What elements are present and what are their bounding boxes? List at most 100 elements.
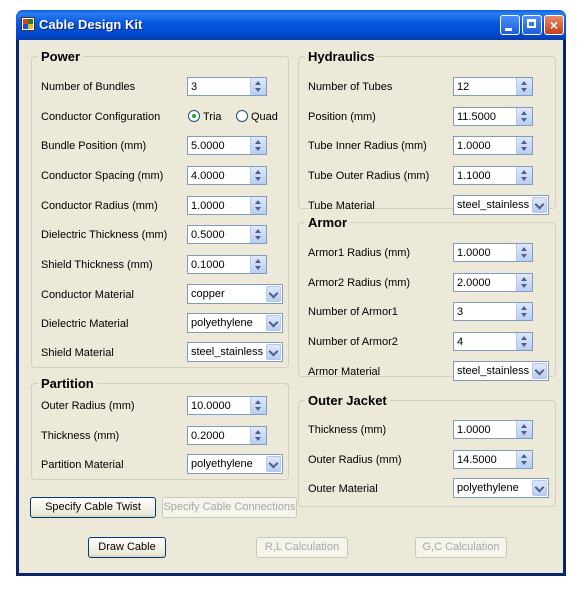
partition-group-label: Partition <box>38 376 97 391</box>
conductor-radius-stepper[interactable] <box>187 196 267 215</box>
chevron-down-icon[interactable] <box>266 344 281 360</box>
armor-material-select[interactable]: steel_stainless <box>453 361 549 381</box>
armor-material-value: steel_stainless <box>457 365 530 377</box>
tube-material-select[interactable]: steel_stainless <box>453 195 549 215</box>
radio-quad[interactable] <box>236 110 248 122</box>
spin-arrows-icon[interactable] <box>250 78 266 95</box>
spin-arrows-icon[interactable] <box>516 167 532 184</box>
draw-cable-button[interactable]: Draw Cable <box>88 537 166 558</box>
chevron-down-icon[interactable] <box>532 197 547 213</box>
bundle-position-stepper[interactable] <box>187 136 267 155</box>
chevron-down-icon[interactable] <box>266 315 281 331</box>
dielectric-thickness-input[interactable] <box>188 226 254 243</box>
number-of-armor1-input[interactable] <box>454 303 520 320</box>
bundle-position-input[interactable] <box>188 137 254 154</box>
chevron-down-icon[interactable] <box>266 456 281 472</box>
armor-material-label: Armor Material <box>308 366 381 378</box>
jacket-outer-radius-input[interactable] <box>454 451 520 468</box>
shield-material-label: Shield Material <box>41 347 114 359</box>
spin-arrows-icon[interactable] <box>250 137 266 154</box>
partition-outer-radius-input[interactable] <box>188 397 254 414</box>
dielectric-thickness-stepper[interactable] <box>187 225 267 244</box>
conductor-radius-label: Conductor Radius (mm) <box>41 200 158 212</box>
shield-thickness-stepper[interactable] <box>187 255 267 274</box>
spin-arrows-icon[interactable] <box>516 421 532 438</box>
jacket-thickness-input[interactable] <box>454 421 520 438</box>
spin-arrows-icon[interactable] <box>516 108 532 125</box>
spin-arrows-icon[interactable] <box>516 451 532 468</box>
specify-cable-twist-button[interactable]: Specify Cable Twist <box>30 497 156 518</box>
chevron-down-icon[interactable] <box>532 480 547 496</box>
spin-arrows-icon[interactable] <box>250 226 266 243</box>
spin-arrows-icon[interactable] <box>250 167 266 184</box>
tube-outer-radius-input[interactable] <box>454 167 520 184</box>
tube-outer-radius-stepper[interactable] <box>453 166 533 185</box>
tube-position-input[interactable] <box>454 108 520 125</box>
spin-arrows-icon[interactable] <box>516 244 532 261</box>
conductor-spacing-stepper[interactable] <box>187 166 267 185</box>
gc-calculation-button[interactable]: G,C Calculation <box>415 537 507 558</box>
number-of-tubes-stepper[interactable] <box>453 77 533 96</box>
spin-arrows-icon[interactable] <box>516 333 532 350</box>
partition-thickness-input[interactable] <box>188 427 254 444</box>
conductor-material-select[interactable]: copper <box>187 284 283 304</box>
chevron-down-icon[interactable] <box>266 286 281 302</box>
conductor-radius-input[interactable] <box>188 197 254 214</box>
radio-quad-label[interactable]: Quad <box>251 111 278 123</box>
outer-material-value: polyethylene <box>457 482 519 494</box>
armor1-radius-label: Armor1 Radius (mm) <box>308 247 411 259</box>
spin-arrows-icon[interactable] <box>250 427 266 444</box>
armor1-radius-stepper[interactable] <box>453 243 533 262</box>
spin-arrows-icon[interactable] <box>250 397 266 414</box>
close-button[interactable]: × <box>544 15 564 35</box>
spin-arrows-icon[interactable] <box>516 274 532 291</box>
partition-material-label: Partition Material <box>41 459 124 471</box>
number-of-tubes-input[interactable] <box>454 78 520 95</box>
chevron-down-icon[interactable] <box>532 363 547 379</box>
app-icon <box>21 17 35 31</box>
tube-inner-radius-input[interactable] <box>454 137 520 154</box>
armor-group: Armor Armor1 Radius (mm) Armor2 Radius (… <box>298 215 556 381</box>
jacket-thickness-stepper[interactable] <box>453 420 533 439</box>
specify-cable-connections-button[interactable]: Specify Cable Connections <box>162 497 297 518</box>
spin-arrows-icon[interactable] <box>516 137 532 154</box>
number-of-bundles-input[interactable] <box>188 78 254 95</box>
window-title: Cable Design Kit <box>39 17 143 32</box>
number-of-bundles-stepper[interactable] <box>187 77 267 96</box>
spin-arrows-icon[interactable] <box>250 256 266 273</box>
rl-calculation-button[interactable]: R,L Calculation <box>256 537 348 558</box>
number-of-armor2-label: Number of Armor2 <box>308 336 398 348</box>
conductor-spacing-label: Conductor Spacing (mm) <box>41 170 164 182</box>
jacket-outer-radius-stepper[interactable] <box>453 450 533 469</box>
shield-thickness-input[interactable] <box>188 256 254 273</box>
shield-material-value: steel_stainless <box>191 346 264 358</box>
spin-arrows-icon[interactable] <box>250 197 266 214</box>
tube-position-label: Position (mm) <box>308 111 376 123</box>
dielectric-material-select[interactable]: polyethylene <box>187 313 283 333</box>
number-of-armor2-stepper[interactable] <box>453 332 533 351</box>
spin-arrows-icon[interactable] <box>516 78 532 95</box>
radio-tria-label[interactable]: Tria <box>203 111 222 123</box>
tube-position-stepper[interactable] <box>453 107 533 126</box>
partition-outer-radius-stepper[interactable] <box>187 396 267 415</box>
title-bar[interactable]: Cable Design Kit × <box>16 10 566 40</box>
dielectric-material-value: polyethylene <box>191 317 253 329</box>
outer-material-select[interactable]: polyethylene <box>453 478 549 498</box>
maximize-button[interactable] <box>522 15 542 35</box>
number-of-armor2-input[interactable] <box>454 333 520 350</box>
shield-material-select[interactable]: steel_stainless <box>187 342 283 362</box>
tube-inner-radius-stepper[interactable] <box>453 136 533 155</box>
armor2-radius-stepper[interactable] <box>453 273 533 292</box>
number-of-armor1-stepper[interactable] <box>453 302 533 321</box>
partition-thickness-stepper[interactable] <box>187 426 267 445</box>
power-group: Power Number of Bundles Conductor Config… <box>31 49 289 368</box>
radio-tria[interactable] <box>188 110 200 122</box>
conductor-spacing-input[interactable] <box>188 167 254 184</box>
armor-group-label: Armor <box>305 215 351 230</box>
outer-radius-label: Outer Radius (mm) <box>41 400 135 412</box>
partition-material-select[interactable]: polyethylene <box>187 454 283 474</box>
spin-arrows-icon[interactable] <box>516 303 532 320</box>
minimize-button[interactable] <box>500 15 520 35</box>
armor1-radius-input[interactable] <box>454 244 520 261</box>
armor2-radius-input[interactable] <box>454 274 520 291</box>
